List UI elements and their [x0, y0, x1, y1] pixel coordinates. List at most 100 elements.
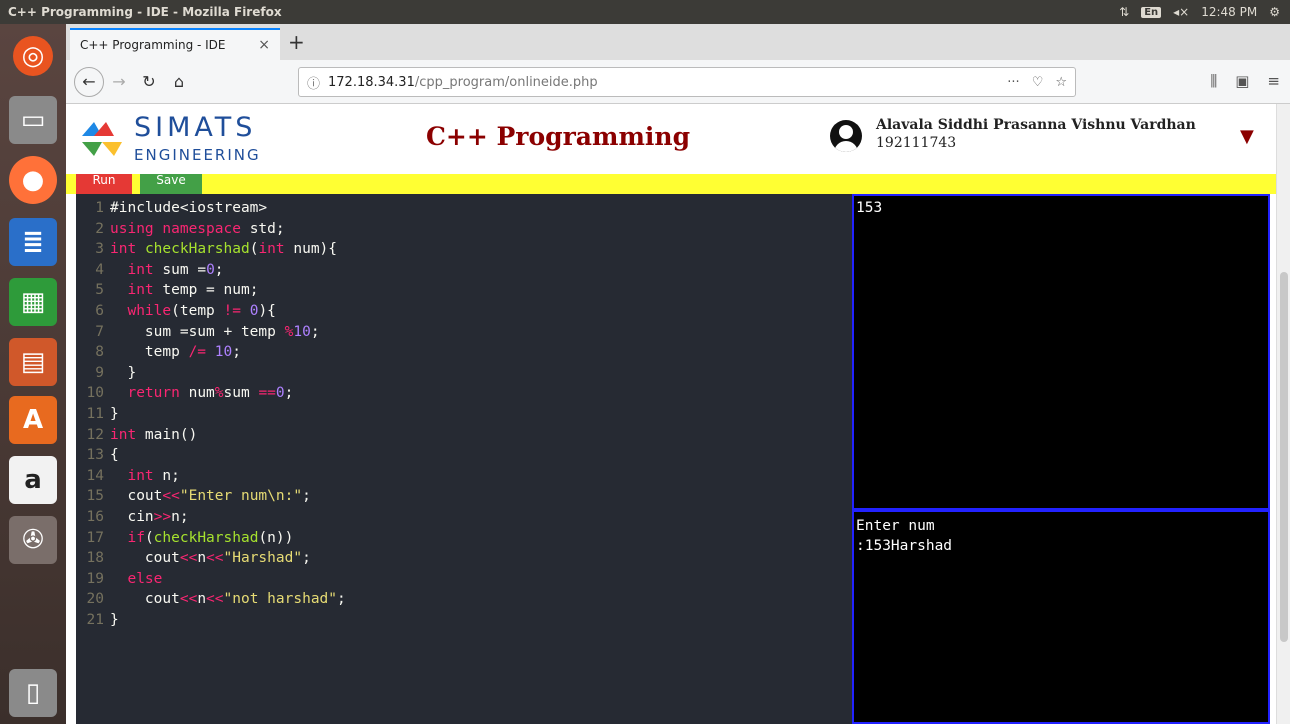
firefox-icon[interactable]: ● [9, 156, 57, 204]
page-scrollbar[interactable] [1276, 104, 1290, 724]
files-icon[interactable]: ▭ [9, 96, 57, 144]
user-avatar-icon[interactable] [830, 120, 862, 152]
site-header: SIMATS ENGINEERING C++ Programming Alava… [66, 104, 1276, 174]
code-line[interactable]: 9 } [76, 365, 852, 386]
writer-icon[interactable]: ≣ [9, 218, 57, 266]
code-line[interactable]: 4 int sum =0; [76, 262, 852, 283]
line-number: 20 [86, 591, 104, 608]
line-number: 7 [95, 323, 104, 340]
program-output-pane: Enter num :153Harshad [852, 510, 1270, 724]
code-line[interactable]: 1 #include<iostream> [76, 200, 852, 221]
code-text: #include<iostream> [110, 200, 268, 216]
line-number: 12 [86, 426, 104, 443]
code-line[interactable]: 11} [76, 406, 852, 427]
page-content: SIMATS ENGINEERING C++ Programming Alava… [66, 104, 1290, 724]
new-tab-button[interactable]: + [288, 30, 305, 54]
line-number: 6 [95, 303, 104, 319]
system-top-panel: C++ Programming - IDE - Mozilla Firefox … [0, 0, 1290, 24]
code-text: int checkHarshad(int num){ [110, 241, 338, 258]
code-text: { [110, 447, 119, 464]
code-text: sum =sum + temp %10; [110, 323, 320, 340]
amazon-icon[interactable]: a [9, 456, 57, 504]
pocket-icon[interactable]: ♡ [1032, 75, 1044, 90]
line-number: 3 [95, 241, 104, 258]
ide-toolbar: Run Save [66, 174, 1276, 194]
code-text: using namespace std; [110, 220, 285, 237]
system-tray: ⇅ En ◂× 12:48 PM ⚙ [1119, 5, 1290, 19]
code-line[interactable]: 13 { [76, 447, 852, 468]
line-number: 8 [95, 344, 104, 361]
code-text: cout<<n<<"not harshad"; [110, 591, 346, 608]
software-center-icon[interactable]: A [9, 396, 57, 444]
brand-name: SIMATS [134, 112, 257, 143]
simats-logo[interactable]: SIMATS ENGINEERING [80, 112, 270, 172]
code-editor[interactable]: 1 #include<iostream> 2 using namespace std;… [76, 194, 852, 724]
bookmark-star-icon[interactable]: ☆ [1055, 75, 1067, 90]
stdin-input-pane[interactable]: 153 [852, 194, 1270, 510]
simats-logo-mark-icon [82, 122, 122, 156]
home-button[interactable]: ⌂ [164, 67, 194, 97]
url-bar[interactable]: ⓘ 172.18.34.31 /cpp_program/onlineide.ph… [298, 67, 1076, 97]
code-text: return num%sum ==0; [127, 385, 294, 402]
power-settings-icon[interactable]: ⚙ [1269, 5, 1280, 19]
scrollbar-thumb[interactable] [1280, 272, 1288, 642]
code-line[interactable]: 10 return num%sum ==0; [76, 385, 852, 406]
line-number: 17 [86, 529, 104, 546]
code-line[interactable]: 5 int temp = num; [76, 282, 852, 303]
tab-cpp-ide[interactable]: C++ Programming - IDE × [70, 28, 280, 60]
tab-title: C++ Programming - IDE [80, 38, 226, 52]
forward-button[interactable]: → [104, 67, 134, 97]
reload-button[interactable]: ↻ [134, 67, 164, 97]
code-line[interactable]: 14 int n; [76, 468, 852, 489]
code-text: while(temp != 0){ [127, 303, 276, 319]
code-line[interactable]: 7 sum =sum + temp %10; [76, 324, 852, 345]
line-number: 19 [86, 570, 104, 587]
code-text: int temp = num; [127, 282, 259, 299]
tab-close-icon[interactable]: × [258, 37, 270, 53]
system-settings-icon[interactable]: ✇ [9, 516, 57, 564]
line-number: 13 [86, 447, 104, 464]
clock[interactable]: 12:48 PM [1201, 5, 1257, 19]
hamburger-menu-icon[interactable]: ≡ [1267, 72, 1280, 90]
calc-icon[interactable]: ▦ [9, 278, 57, 326]
line-number: 10 [86, 385, 104, 402]
ubuntu-dash-icon[interactable]: ◎ [13, 36, 53, 76]
site-info-icon[interactable]: ⓘ [307, 73, 320, 92]
code-text: } [110, 364, 137, 381]
page-title: C++ Programming [426, 122, 691, 151]
code-line[interactable]: 6 while(temp != 0){ [76, 303, 852, 324]
save-button[interactable]: Save [140, 174, 202, 194]
code-line[interactable]: 18 cout<<n<<"Harshad"; [76, 550, 852, 571]
keyboard-language-indicator[interactable]: En [1141, 6, 1162, 18]
page-actions-icon[interactable]: ··· [1007, 75, 1019, 90]
code-text: if(checkHarshad(n)) [127, 529, 294, 546]
code-line[interactable]: 16 cin>>n; [76, 509, 852, 530]
code-text: cin>>n; [110, 509, 189, 525]
volume-muted-icon[interactable]: ◂× [1173, 5, 1189, 19]
back-button[interactable]: ← [74, 66, 104, 97]
code-line[interactable]: 21} [76, 612, 852, 633]
code-line[interactable]: 2 using namespace std; [76, 221, 852, 242]
user-menu-dropdown-icon[interactable]: ▼ [1240, 126, 1254, 147]
code-line[interactable]: 20 cout<<n<<"not harshad"; [76, 591, 852, 612]
library-icon[interactable]: ⫼ [1210, 72, 1217, 90]
code-text: } [110, 612, 119, 628]
browser-tab-bar: C++ Programming - IDE × + [66, 24, 1290, 60]
code-text: int main() [110, 426, 198, 443]
code-line[interactable]: 3 int checkHarshad(int num){ [76, 241, 852, 262]
trash-icon[interactable]: ▯ [9, 669, 57, 717]
sidebar-icon[interactable]: ▣ [1235, 72, 1249, 90]
impress-icon[interactable]: ▤ [9, 338, 57, 386]
code-line[interactable]: 19 else [76, 571, 852, 592]
line-number: 11 [86, 406, 104, 422]
run-button[interactable]: Run [76, 174, 132, 194]
network-icon[interactable]: ⇅ [1119, 5, 1129, 19]
window-title: C++ Programming - IDE - Mozilla Firefox [8, 5, 282, 19]
code-line[interactable]: 15 cout<<"Enter num\n:"; [76, 488, 852, 509]
code-line[interactable]: 17 if(checkHarshad(n)) [76, 530, 852, 551]
url-path: /cpp_program/onlineide.php [414, 74, 598, 90]
code-line[interactable]: 8 temp /= 10; [76, 344, 852, 365]
line-number: 9 [95, 364, 104, 381]
code-line[interactable]: 12 int main() [76, 427, 852, 448]
line-number: 1 [95, 200, 104, 216]
